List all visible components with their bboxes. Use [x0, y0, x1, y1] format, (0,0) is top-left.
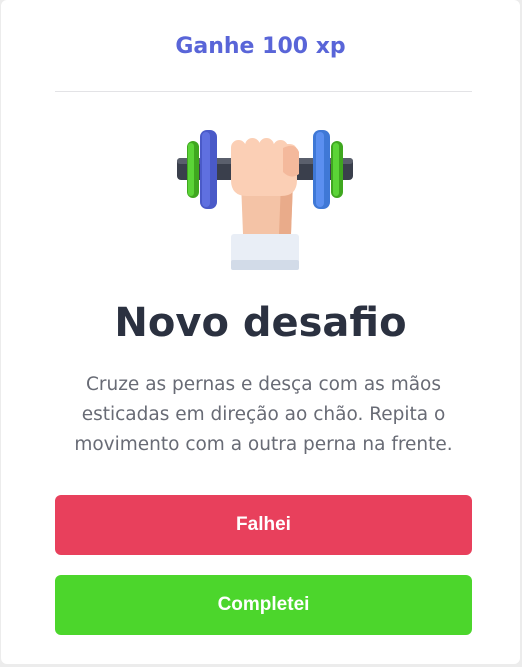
dumbbell-lift-icon: [171, 122, 361, 274]
fail-button[interactable]: Falhei: [55, 495, 472, 555]
complete-button[interactable]: Completei: [55, 575, 472, 635]
challenge-description: Cruze as pernas e desça com as mãos esti…: [74, 374, 453, 455]
challenge-card: Ganhe 100 xp Novo desafio Cruze as perna…: [1, 0, 520, 664]
xp-reward-label: Ganhe 100 xp: [175, 34, 346, 59]
dumbbell-lift-svg: [177, 130, 353, 270]
divider: [55, 91, 472, 92]
challenge-title: Novo desafio: [114, 300, 407, 346]
